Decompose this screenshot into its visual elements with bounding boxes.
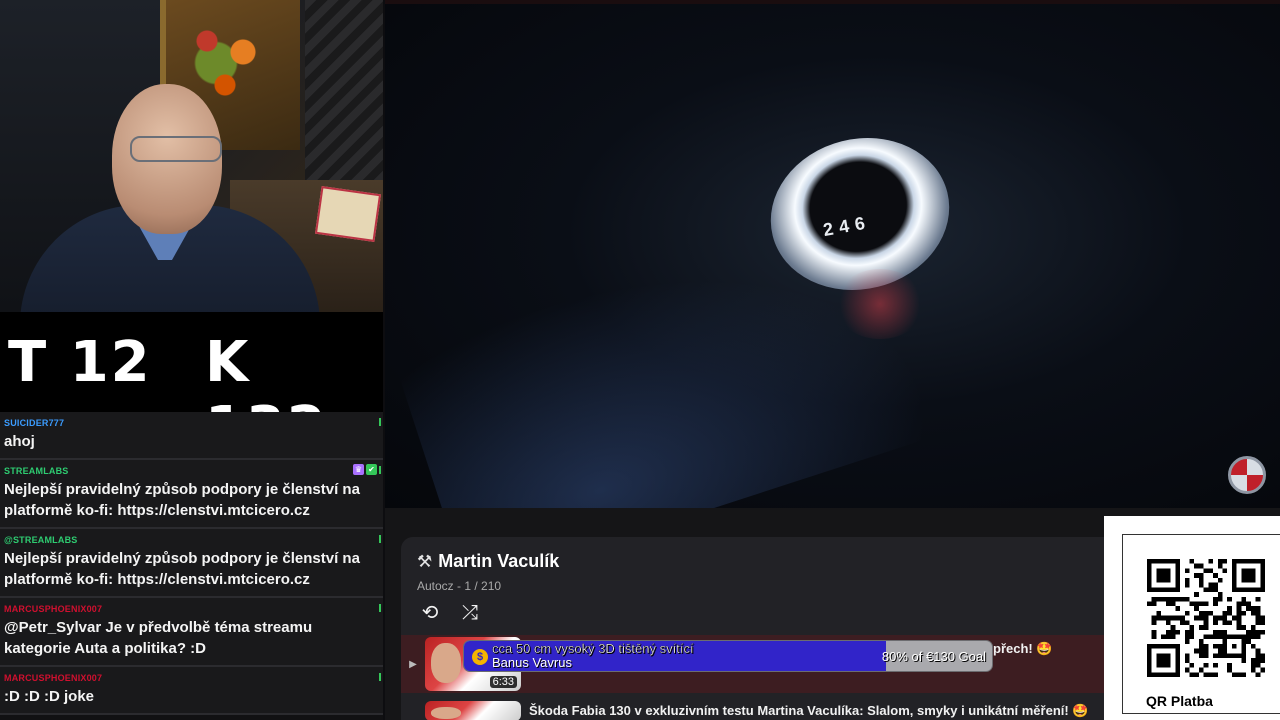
video-thumbnail[interactable] <box>425 701 521 720</box>
video-player[interactable]: 246 <box>385 0 1280 508</box>
play-indicator-icon: ▶ <box>409 658 417 670</box>
repeat-icon[interactable]: ⟲ <box>417 600 443 626</box>
chat-text: ahoj <box>4 433 35 450</box>
chat-text: Nejlepší pravidelný způsob podpory je čl… <box>4 550 360 588</box>
thumbnail-face <box>431 707 461 719</box>
streamer-glasses <box>130 136 222 162</box>
chat-username[interactable]: STREAMLABS <box>4 466 363 476</box>
chat-indicator <box>379 466 381 474</box>
stream-layout: T 12 K 132 SUICIDER777 ahoj STREAMLABS N… <box>0 0 1280 720</box>
chat-username[interactable]: SUICIDER777 <box>4 418 363 428</box>
counter-t-value: 12 <box>69 330 152 395</box>
coin-icon: $ <box>472 649 488 665</box>
qr-code[interactable] <box>1147 559 1265 677</box>
goal-amount: 80% of €130 Goal <box>881 649 986 664</box>
playlist-panel: ⚒ Martin Vaculík Autocz - 1 / 210 ⟲ ⤮ ▶ … <box>401 537 1104 720</box>
goal-donor-name: Banus Vavrus <box>492 655 572 670</box>
check-badge-icon: ✔ <box>366 464 377 475</box>
chat-indicator <box>379 535 381 543</box>
qr-payment-panel: QR Platba <box>1104 516 1280 720</box>
playlist-item-title[interactable]: Škoda Fabia 130 v exkluzivním testu Mart… <box>529 703 1089 719</box>
chat-message: STREAMLABS Nejlepší pravidelný způsob po… <box>0 460 383 529</box>
shuffle-icon[interactable]: ⤮ <box>457 600 483 626</box>
playlist-controls: ⟲ ⤮ <box>417 600 483 626</box>
chat-username[interactable]: @STREAMLABS <box>4 535 363 545</box>
chat-text: :D :D :D joke <box>4 688 94 705</box>
chat-panel: SUICIDER777 ahoj STREAMLABS Nejlepší pra… <box>0 412 383 720</box>
chat-text: @Petr_Sylvar Je v předvolbě téma streamu… <box>4 619 313 657</box>
chat-indicator <box>379 673 381 681</box>
counter-k-label: K <box>205 330 251 395</box>
chat-message: MARCUSPHOENIX007 :D :D :D joke <box>0 667 383 715</box>
chat-message: SUICIDER777 ahoj <box>0 412 383 460</box>
playlist-title[interactable]: Martin Vaculík <box>438 551 559 572</box>
video-red-glow <box>835 269 925 339</box>
prime-badge-icon: ♛ <box>353 464 364 475</box>
video-duration: 6:33 <box>489 676 517 688</box>
chat-message: @STREAMLABS Nejlepší pravidelný způsob p… <box>0 529 383 598</box>
donation-goal-bar: $ cca 50 cm vysoký 3D tištěný svítící Ba… <box>463 640 993 672</box>
counter-t: T 12 <box>8 330 152 395</box>
chat-message: MARCUSPHOENIX007 @Petr_Sylvar Je v předv… <box>0 598 383 667</box>
playlist-subtitle[interactable]: Autocz - 1 / 210 <box>417 579 501 593</box>
chat-username[interactable]: MARCUSPHOENIX007 <box>4 673 363 683</box>
webcam-acoustic-foam <box>305 0 383 200</box>
goal-title: cca 50 cm vysoký 3D tištěný svítící <box>492 641 694 656</box>
chat-badges: ♛ ✔ <box>353 464 377 475</box>
qr-label: QR Platba <box>1142 693 1217 709</box>
playlist-item[interactable]: Škoda Fabia 130 v exkluzivním testu Mart… <box>401 697 1104 720</box>
chat-indicator <box>379 604 381 612</box>
tools-icon: ⚒ <box>417 551 433 571</box>
playlist-title-tail: přech! 🤩 <box>993 641 1053 656</box>
chat-indicator <box>379 418 381 426</box>
counter-bar: T 12 K 132 <box>0 312 383 460</box>
webcam-feed <box>0 0 383 312</box>
chat-username[interactable]: MARCUSPHOENIX007 <box>4 604 363 614</box>
thumbnail-face <box>431 643 461 683</box>
counter-t-label: T <box>8 330 49 395</box>
webcam-box <box>314 186 382 242</box>
chat-text: Nejlepší pravidelný způsob podpory je čl… <box>4 481 360 519</box>
channel-logo-icon[interactable] <box>1228 456 1266 494</box>
playlist-header: ⚒ Martin Vaculík <box>417 551 559 572</box>
